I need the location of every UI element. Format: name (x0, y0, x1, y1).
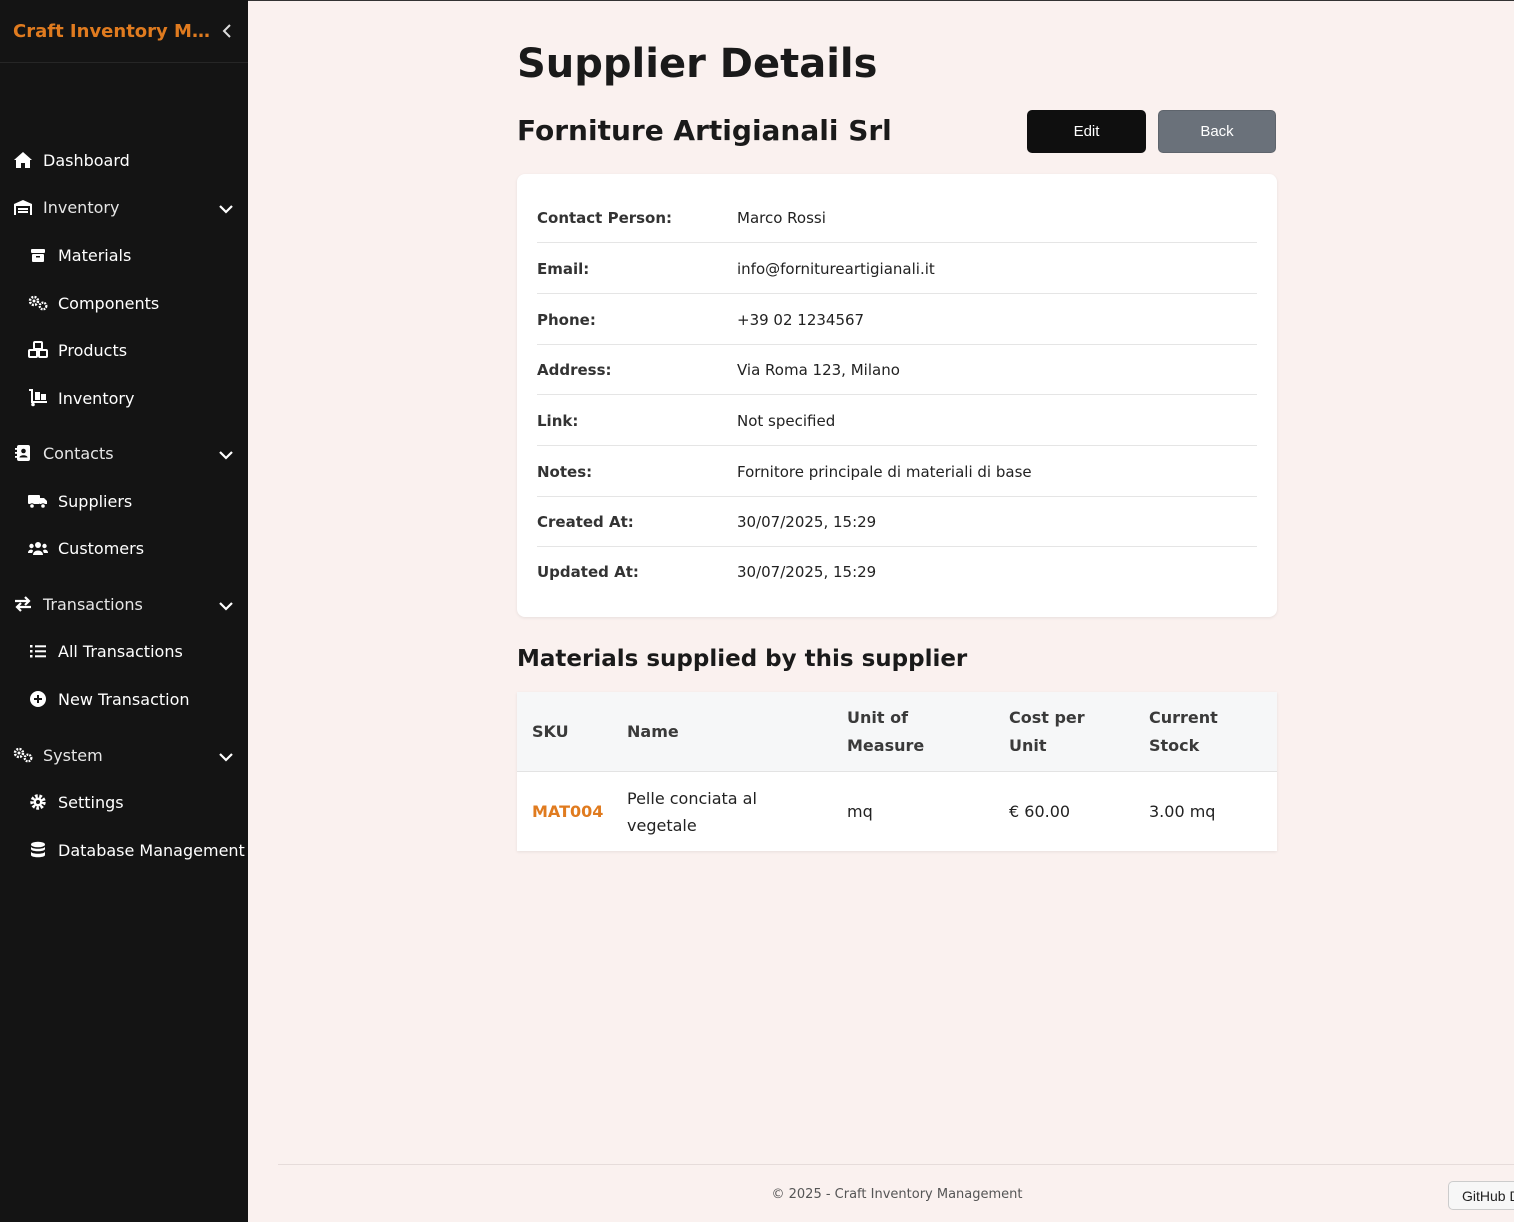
sidebar-group-label: Contacts (43, 443, 114, 463)
detail-row-address: Address: Via Roma 123, Milano (537, 345, 1257, 395)
detail-label: Address: (537, 360, 612, 379)
main-content: Supplier Details Forniture Artigianali S… (248, 0, 1514, 1222)
sidebar-item-label: Customers (58, 538, 145, 558)
chevron-down-icon (218, 747, 234, 766)
column-header-name: Name (627, 722, 679, 741)
supplier-name: Forniture Artigianali Srl (517, 114, 892, 147)
sidebar-item-database-management[interactable]: Database Management (0, 830, 248, 870)
detail-value: 30/07/2025, 15:29 (737, 512, 877, 531)
column-header-sku: SKU (532, 722, 569, 741)
detail-row-notes: Notes: Fornitore principale di materiali… (537, 447, 1257, 497)
materials-table: SKU Name Unit of Measure Cost per Unit C… (517, 692, 1277, 851)
dolly-icon (28, 388, 48, 408)
cubes-icon (28, 340, 48, 360)
exchange-icon (13, 594, 33, 614)
detail-label: Updated At: (537, 563, 639, 581)
materials-section-title: Materials supplied by this supplier (517, 646, 968, 672)
detail-row-link: Link: Not specified (537, 396, 1257, 446)
column-header-unit: Unit of Measure (847, 708, 925, 755)
detail-label: Email: (537, 259, 590, 278)
detail-label: Notes: (537, 462, 593, 481)
detail-value: Marco Rossi (737, 208, 826, 227)
sku-link[interactable]: MAT004 (532, 772, 603, 851)
sidebar: Craft Inventory Management Dashboard Inv… (0, 0, 248, 1222)
detail-label: Link: (537, 411, 579, 430)
box-icon (28, 245, 48, 265)
sidebar-item-label: Inventory (58, 388, 135, 408)
sidebar-item-materials[interactable]: Materials (0, 235, 248, 275)
detail-value: +39 02 1234567 (737, 310, 865, 329)
sidebar-item-components[interactable]: Components (0, 283, 248, 323)
app-title[interactable]: Craft Inventory Management (13, 21, 213, 42)
sidebar-item-label: Suppliers (58, 491, 133, 511)
sidebar-group-contacts[interactable]: Contacts (0, 433, 248, 473)
address-book-icon (13, 443, 33, 463)
column-header-stock: Current Stock (1149, 708, 1218, 755)
chevron-down-icon (218, 199, 234, 218)
detail-label: Contact Person: (537, 208, 673, 227)
gear-icon (28, 792, 48, 812)
list-icon (28, 641, 48, 661)
details-card: Contact Person: Marco Rossi Email: info@… (517, 174, 1277, 617)
home-icon (13, 150, 33, 170)
sidebar-item-customers[interactable]: Customers (0, 528, 248, 568)
sidebar-item-label: New Transaction (58, 689, 190, 709)
github-button[interactable]: GitHub D (1448, 1181, 1514, 1210)
sidebar-item-dashboard[interactable]: Dashboard (0, 140, 248, 180)
gears-icon (28, 293, 48, 313)
footer-divider (278, 1164, 1514, 1165)
detail-value: Via Roma 123, Milano (737, 360, 900, 379)
sidebar-item-label: Settings (58, 792, 124, 812)
sidebar-item-label: Products (58, 340, 128, 360)
sidebar-group-label: System (43, 745, 103, 765)
detail-value: Not specified (737, 411, 836, 430)
edit-button[interactable]: Edit (1027, 110, 1146, 153)
gears-icon (13, 745, 33, 765)
detail-value: 30/07/2025, 15:29 (737, 563, 877, 581)
detail-value: Fornitore principale di materiali di bas… (737, 462, 1032, 481)
sidebar-item-settings[interactable]: Settings (0, 782, 248, 822)
sidebar-group-system[interactable]: System (0, 735, 248, 775)
warehouse-icon (13, 197, 33, 217)
sidebar-item-inventory[interactable]: Inventory (0, 378, 248, 418)
sidebar-item-products[interactable]: Products (0, 330, 248, 370)
plus-circle-icon (28, 689, 48, 709)
material-cost: € 60.00 (1009, 802, 1071, 821)
sidebar-group-inventory[interactable]: Inventory (0, 187, 248, 227)
chevron-down-icon (218, 445, 234, 464)
sidebar-group-transactions[interactable]: Transactions (0, 584, 248, 624)
detail-label: Created At: (537, 512, 634, 531)
sidebar-item-suppliers[interactable]: Suppliers (0, 481, 248, 521)
material-name: Pelle conciata al vegetale (627, 788, 757, 835)
users-icon (28, 538, 48, 558)
column-header-cost: Cost per Unit (1009, 708, 1085, 755)
sidebar-item-label: Components (58, 293, 160, 313)
sidebar-item-label: Materials (58, 245, 132, 265)
sidebar-item-all-transactions[interactable]: All Transactions (0, 631, 248, 671)
detail-value: info@fornitureartigianali.it (737, 259, 935, 278)
sidebar-item-label: Database Management (58, 840, 245, 860)
sidebar-item-label: All Transactions (58, 641, 183, 661)
table-header: SKU Name Unit of Measure Cost per Unit C… (517, 692, 1277, 772)
footer-text: © 2025 - Craft Inventory Management (771, 1187, 1023, 1202)
sidebar-header: Craft Inventory Management (0, 0, 248, 63)
sidebar-item-new-transaction[interactable]: New Transaction (0, 679, 248, 719)
sidebar-group-label: Inventory (43, 197, 120, 217)
detail-label: Phone: (537, 310, 596, 329)
detail-row-email: Email: info@fornitureartigianali.it (537, 244, 1257, 294)
detail-row-updated: Updated At: 30/07/2025, 15:29 (537, 547, 1257, 597)
sidebar-group-label: Transactions (43, 594, 143, 614)
material-unit: mq (847, 802, 873, 821)
detail-row-created: Created At: 30/07/2025, 15:29 (537, 497, 1257, 547)
collapse-sidebar-icon[interactable] (220, 21, 234, 41)
sidebar-item-label: Dashboard (43, 150, 130, 170)
detail-row-contact: Contact Person: Marco Rossi (537, 193, 1257, 243)
detail-row-phone: Phone: +39 02 1234567 (537, 295, 1257, 345)
material-stock: 3.00 mq (1149, 802, 1216, 821)
truck-icon (28, 491, 48, 511)
chevron-down-icon (218, 596, 234, 615)
database-icon (28, 840, 48, 860)
page-title: Supplier Details (517, 41, 878, 87)
back-button[interactable]: Back (1158, 110, 1276, 153)
